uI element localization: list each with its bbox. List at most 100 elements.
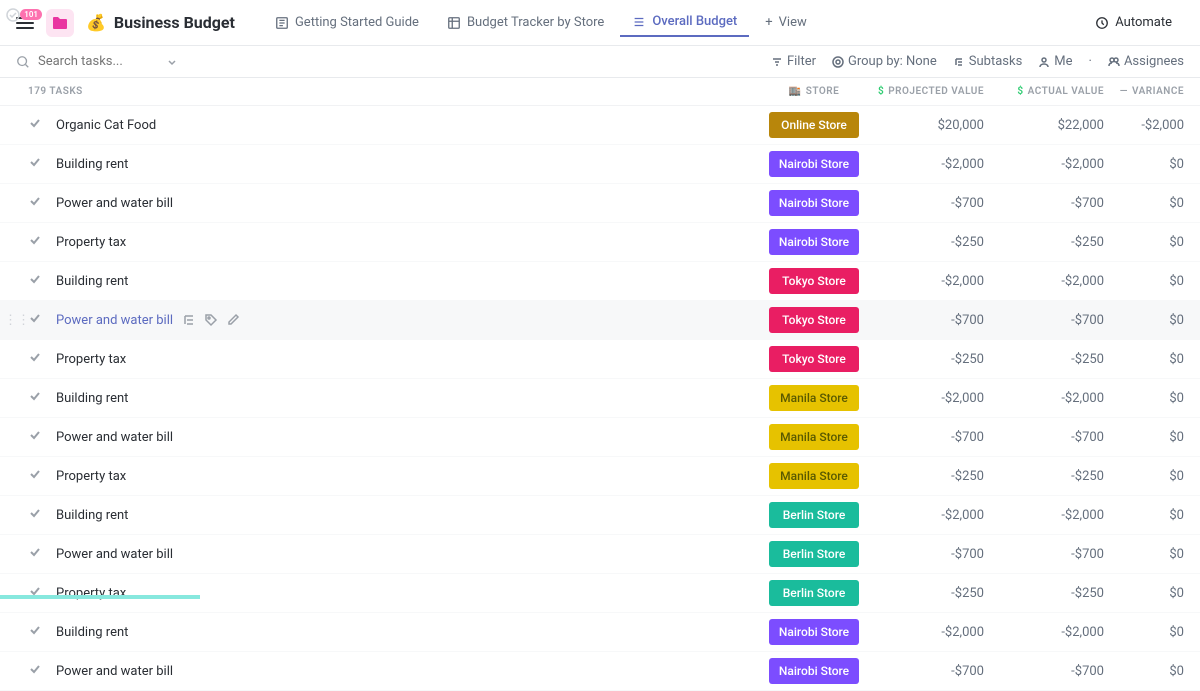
task-name[interactable]: Power and water bill [48,430,764,445]
check-icon[interactable] [28,545,48,563]
table-row[interactable]: Power and water billManila Store-$700-$7… [0,418,1200,457]
variance-value: $0 [1104,391,1184,406]
tab-getting-started[interactable]: Getting Started Guide [263,9,431,36]
task-name[interactable]: Power and water bill [48,196,764,211]
check-icon[interactable] [28,194,48,212]
check-icon[interactable] [28,311,48,329]
me-button[interactable]: Me [1038,54,1072,69]
table-row[interactable]: Property taxManila Store-$250-$250$0 [0,457,1200,496]
task-name[interactable]: Property tax [48,235,764,250]
store-tag[interactable]: Nairobi Store [769,658,859,684]
subtask-icon[interactable] [181,312,197,328]
table-row[interactable]: ⋮⋮Power and water billTokyo Store-$700-$… [0,301,1200,340]
table-row[interactable]: Building rentNairobi Store-$2,000-$2,000… [0,145,1200,184]
check-icon[interactable] [28,350,48,368]
store-tag[interactable]: Nairobi Store [769,151,859,177]
store-tag[interactable]: Online Store [769,112,859,138]
actual-value: -$700 [984,196,1104,211]
filter-button[interactable]: Filter [771,54,816,69]
check-icon[interactable] [28,506,48,524]
check-icon[interactable] [28,272,48,290]
subtasks-button[interactable]: Subtasks [953,54,1023,69]
check-icon[interactable] [28,467,48,485]
tag-icon[interactable] [203,312,219,328]
column-headers: 179 TASKS 🏬STORE $PROJECTED VALUE $ACTUA… [0,78,1200,106]
check-icon[interactable] [28,116,48,134]
table-row[interactable]: Property taxNairobi Store-$250-$250$0 [0,223,1200,262]
check-icon[interactable] [28,389,48,407]
store-tag[interactable]: Berlin Store [769,541,859,567]
folder-icon[interactable] [46,9,74,37]
task-name[interactable]: Power and water bill [48,547,764,562]
check-icon[interactable] [28,155,48,173]
store-tag[interactable]: Berlin Store [769,580,859,606]
projected-value: -$700 [864,196,984,211]
edit-icon[interactable] [225,312,241,328]
table-row[interactable]: Property taxTokyo Store-$250-$250$0 [0,340,1200,379]
assignees-button[interactable]: Assignees [1108,54,1184,69]
drag-handle-icon[interactable]: ⋮⋮ [4,313,30,328]
store-tag[interactable]: Tokyo Store [769,268,859,294]
task-name[interactable]: Building rent [48,274,764,289]
table-row[interactable]: Property taxBerlin Store-$250-$250$0 [0,574,1200,613]
store-tag[interactable]: Tokyo Store [769,307,859,333]
task-name[interactable]: Property tax [48,352,764,367]
store-tag[interactable]: Tokyo Store [769,346,859,372]
variance-value: $0 [1104,586,1184,601]
task-name[interactable]: Building rent [48,157,764,172]
store-tag[interactable]: Manila Store [769,424,859,450]
title-emoji: 💰 [86,13,106,32]
tab-add-view[interactable]: + View [753,9,819,36]
task-name[interactable]: Building rent [48,391,764,406]
projected-value: -$2,000 [864,274,984,289]
chevron-down-icon[interactable] [166,56,178,68]
task-name[interactable]: Power and water bill [48,664,764,679]
projected-value: -$700 [864,430,984,445]
col-tasks[interactable]: 179 TASKS [28,86,764,97]
check-icon[interactable] [28,233,48,251]
task-name[interactable]: Power and water bill [48,312,764,328]
variance-value: $0 [1104,157,1184,172]
table-row[interactable]: Power and water billNairobi Store-$700-$… [0,652,1200,691]
table-row[interactable]: Building rentNairobi Store-$2,000-$2,000… [0,613,1200,652]
task-name[interactable]: Building rent [48,508,764,523]
table-row[interactable]: Power and water billBerlin Store-$700-$7… [0,535,1200,574]
check-icon[interactable] [28,584,48,602]
actual-value: -$250 [984,469,1104,484]
filter-icon [771,56,783,68]
variance-value: $0 [1104,625,1184,640]
actual-value: -$700 [984,547,1104,562]
store-tag[interactable]: Nairobi Store [769,229,859,255]
table-row[interactable]: Building rentManila Store-$2,000-$2,000$… [0,379,1200,418]
search-input[interactable] [38,54,158,69]
task-name[interactable]: Building rent [48,625,764,640]
select-all-icon[interactable] [6,8,20,22]
table-row[interactable]: Power and water bill Nairobi Store -$700-$… [0,184,1200,223]
col-variance[interactable]: —VARIANCE [1104,86,1184,97]
col-projected[interactable]: $PROJECTED VALUE [864,86,984,97]
automate-button[interactable]: Automate [1083,9,1184,36]
search-box[interactable] [16,54,196,69]
people-icon [1108,56,1120,68]
col-actual[interactable]: $ACTUAL VALUE [984,86,1104,97]
store-icon: 🏬 [789,86,802,97]
table-row[interactable]: Organic Cat FoodOnline Store$20,000$22,0… [0,106,1200,145]
check-icon[interactable] [28,662,48,680]
store-tag[interactable]: Nairobi Store [769,190,859,216]
task-name[interactable]: Property tax [48,469,764,484]
store-tag[interactable]: Manila Store [769,463,859,489]
groupby-button[interactable]: Group by: None [832,54,937,69]
title-text: Business Budget [114,13,235,32]
check-icon[interactable] [28,428,48,446]
tab-budget-tracker[interactable]: Budget Tracker by Store [435,9,616,36]
table-row[interactable]: Building rentBerlin Store-$2,000-$2,000$… [0,496,1200,535]
dollar-icon: $ [878,86,884,97]
store-tag[interactable]: Manila Store [769,385,859,411]
check-icon[interactable] [28,623,48,641]
table-row[interactable]: Building rentTokyo Store-$2,000-$2,000$0 [0,262,1200,301]
store-tag[interactable]: Berlin Store [769,502,859,528]
col-store[interactable]: 🏬STORE [764,86,864,97]
tab-overall-budget[interactable]: Overall Budget [620,8,749,37]
store-tag[interactable]: Nairobi Store [769,619,859,645]
task-name[interactable]: Organic Cat Food [48,118,764,133]
